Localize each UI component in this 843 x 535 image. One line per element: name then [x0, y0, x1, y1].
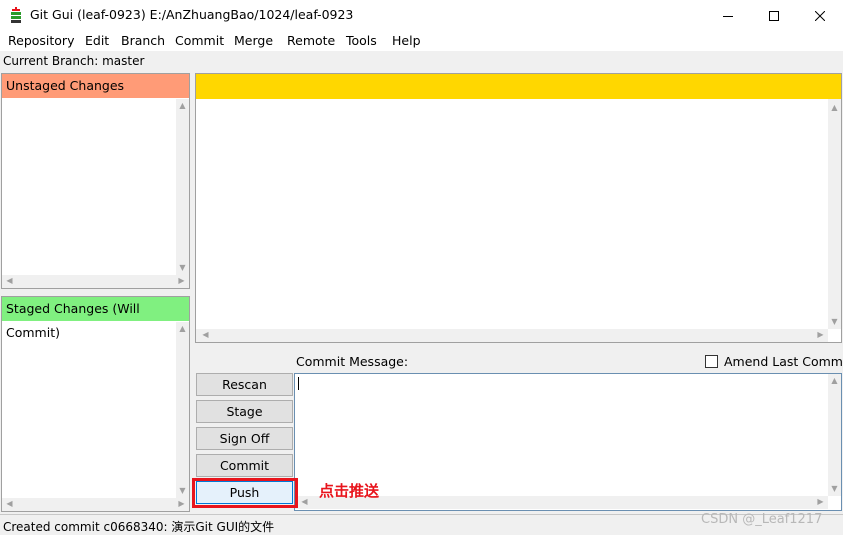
scroll-up-arrow-icon[interactable]: ▲	[176, 101, 189, 111]
rescan-button[interactable]: Rescan	[196, 373, 293, 396]
watermark: CSDN @_Leaf1217	[701, 512, 823, 527]
minimize-icon	[723, 15, 733, 17]
staged-vertical-scrollbar[interactable]: ▲ ▼	[176, 322, 189, 498]
current-branch-label: Current Branch: master	[3, 54, 145, 68]
push-highlight-box	[192, 478, 298, 508]
menu-edit[interactable]: Edit	[85, 33, 109, 48]
stage-changed-button[interactable]: Stage Changed	[196, 400, 293, 440]
menu-help[interactable]: Help	[392, 33, 421, 48]
scroll-left-arrow-icon[interactable]: ◀	[3, 276, 16, 286]
diff-vertical-scrollbar[interactable]: ▲ ▼	[828, 99, 841, 329]
scroll-up-arrow-icon[interactable]: ▲	[828, 376, 841, 386]
text-cursor	[298, 377, 299, 390]
diff-viewer[interactable]: ▲ ▼ ◀ ▶	[195, 73, 842, 343]
minimize-button[interactable]	[705, 0, 751, 31]
scroll-right-arrow-icon[interactable]: ▶	[814, 330, 827, 340]
scroll-left-arrow-icon[interactable]: ◀	[3, 499, 16, 509]
close-icon	[815, 10, 825, 21]
scroll-up-arrow-icon[interactable]: ▲	[176, 324, 189, 334]
scroll-down-arrow-icon[interactable]: ▼	[176, 263, 189, 273]
status-text: Created commit c0668340: 演示Git GUI的文件	[3, 520, 275, 534]
amend-last-commit-checkbox[interactable]: Amend Last Commit	[705, 354, 843, 369]
menu-repository[interactable]: Repository	[8, 33, 74, 48]
staged-horizontal-scrollbar[interactable]: ◀ ▶	[2, 498, 189, 511]
push-annotation-text: 点击推送	[319, 482, 380, 500]
window-title: Git Gui (leaf-0923) E:/AnZhuangBao/1024/…	[30, 7, 354, 22]
unstaged-vertical-scrollbar[interactable]: ▲ ▼	[176, 99, 189, 275]
commit-button[interactable]: Commit	[196, 454, 293, 477]
diff-header-bar	[196, 74, 841, 99]
menu-tools[interactable]: Tools	[346, 33, 377, 48]
commit-message-label: Commit Message:	[296, 354, 409, 369]
maximize-icon	[769, 10, 779, 21]
staged-changes-header: Staged Changes (Will Commit)	[2, 297, 189, 340]
sign-off-button[interactable]: Sign Off	[196, 427, 293, 450]
scroll-down-arrow-icon[interactable]: ▼	[176, 486, 189, 496]
unstaged-horizontal-scrollbar[interactable]: ◀ ▶	[2, 275, 189, 288]
maximize-button[interactable]	[751, 0, 797, 31]
menu-merge[interactable]: Merge	[234, 33, 273, 48]
staged-changes-panel[interactable]: Staged Changes (Will Commit) ▲ ▼ ◀ ▶	[1, 296, 190, 512]
menu-remote[interactable]: Remote	[287, 33, 335, 48]
menu-commit[interactable]: Commit	[175, 33, 224, 48]
scroll-down-arrow-icon[interactable]: ▼	[828, 317, 841, 327]
scroll-left-arrow-icon[interactable]: ◀	[199, 330, 212, 340]
menu-branch[interactable]: Branch	[121, 33, 165, 48]
scroll-up-arrow-icon[interactable]: ▲	[828, 103, 841, 113]
amend-label: Amend Last Commit	[724, 354, 843, 369]
close-button[interactable]	[797, 0, 843, 31]
scroll-right-arrow-icon[interactable]: ▶	[175, 276, 188, 286]
scroll-down-arrow-icon[interactable]: ▼	[828, 484, 841, 494]
scroll-right-arrow-icon[interactable]: ▶	[175, 499, 188, 509]
git-gui-icon	[11, 7, 21, 23]
menu-bar: Repository Edit Branch Commit Merge Remo…	[0, 31, 843, 51]
title-bar: Git Gui (leaf-0923) E:/AnZhuangBao/1024/…	[0, 0, 843, 31]
scroll-left-arrow-icon[interactable]: ◀	[298, 497, 311, 507]
commit-vertical-scrollbar[interactable]: ▲ ▼	[828, 374, 841, 496]
unstaged-changes-header: Unstaged Changes	[2, 74, 189, 98]
diff-horizontal-scrollbar[interactable]: ◀ ▶	[196, 329, 828, 342]
unstaged-changes-panel[interactable]: Unstaged Changes ▲ ▼ ◀ ▶	[1, 73, 190, 289]
checkbox-icon[interactable]	[705, 355, 718, 368]
scroll-right-arrow-icon[interactable]: ▶	[814, 497, 827, 507]
